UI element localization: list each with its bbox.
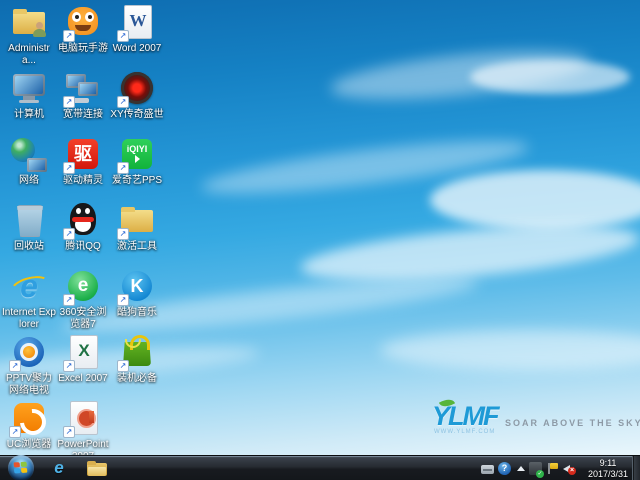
shortcut-arrow-icon: ↗ [63,30,75,42]
input-method-icon[interactable] [481,465,494,474]
kugou-icon: K ↗ [117,268,157,306]
desktop-icon-pptv[interactable]: ↗ PPTV聚力 网络电视 [2,334,56,400]
ylmf-logo: YLMF WWW.YLMF.COM SOAR ABOVE THE SKY [432,401,622,441]
show-desktop-button[interactable] [632,456,640,480]
icon-label: 激活工具 [110,241,164,253]
icon-label: 宽带连接 [56,109,110,121]
cloud [430,170,640,230]
action-center-flag-icon[interactable] [546,462,558,475]
icon-label: Administra... [2,43,56,67]
taskbar-windows-explorer[interactable] [80,456,114,480]
taskbar-internet-explorer[interactable]: e [42,456,76,480]
brand-url: WWW.YLMF.COM [434,429,495,435]
desktop-icon-activation-tools[interactable]: ↗ 激活工具 [110,202,164,268]
show-hidden-icons-button[interactable] [515,462,525,475]
icon-label: Internet Explorer [2,307,56,331]
desktop-icon-tencent-qq[interactable]: ↗ 腾讯QQ [56,202,110,268]
icon-label: XY传奇盛世 [110,109,164,121]
icon-label: 网络 [2,175,56,187]
xy-game-icon: ↗ [117,70,157,108]
icon-label: 爱奇艺PPS [110,175,164,187]
start-button[interactable] [8,455,34,480]
windows-flag-icon [14,462,29,475]
desktop-icon-recycle-bin[interactable]: 回收站 [2,202,56,268]
icon-label: 腾讯QQ [56,241,110,253]
shortcut-arrow-icon: ↗ [63,294,75,306]
taskbar-clock[interactable]: 9:11 2017/3/31 [584,458,632,480]
360-browser-icon: e ↗ [63,268,103,306]
shortcut-arrow-icon: ↗ [63,360,75,372]
shortcut-arrow-icon: ↗ [9,426,21,438]
system-tray: ? × 9:11 2017/3/31 [481,456,632,480]
shopping-bag-icon: ↗ [117,334,157,372]
folder-icon: ↗ [117,202,157,240]
user-folder-icon [9,4,49,42]
desktop-icon-pc-play-mobile-games[interactable]: ↗ 电脑玩手游 [56,4,110,70]
brand-text: YLMF [432,401,498,431]
desktop-icon-kugou-music[interactable]: K ↗ 酷狗音乐 [110,268,164,334]
taskbar: e ? × 9:11 2017/3/31 [0,455,640,480]
shortcut-arrow-icon: ↗ [63,96,75,108]
shortcut-arrow-icon: ↗ [117,294,129,306]
desktop-icon-word-2007[interactable]: W ↗ Word 2007 [110,4,164,70]
icon-label: Excel 2007 [56,373,110,385]
shortcut-arrow-icon: ↗ [117,30,129,42]
monster-game-icon: ↗ [63,4,103,42]
shortcut-arrow-icon: ↗ [117,360,129,372]
pptv-icon: ↗ [9,334,49,372]
desktop-icon-administrator[interactable]: Administra... [2,4,56,70]
shortcut-arrow-icon: ↗ [117,96,129,108]
icon-label: PPTV聚力 网络电视 [2,373,56,397]
powerpoint-icon: ↗ [63,400,103,438]
clock-time: 9:11 [584,458,632,469]
desktop-icon-iqiyi-pps[interactable]: iQIYI ↗ 爱奇艺PPS [110,136,164,202]
desktop-icon-network[interactable]: 网络 [2,136,56,202]
qq-penguin-icon: ↗ [63,202,103,240]
desktop-icon-excel-2007[interactable]: X ↗ Excel 2007 [56,334,110,400]
desktop-icon-internet-explorer[interactable]: e Internet Explorer [2,268,56,334]
cloud [470,60,630,94]
help-tray-icon[interactable]: ? [498,462,511,475]
network-icon [9,136,49,174]
shortcut-arrow-icon: ↗ [9,360,21,372]
icon-label: 计算机 [2,109,56,121]
desktop-screen: YLMF WWW.YLMF.COM SOAR ABOVE THE SKY Adm… [0,0,640,480]
icon-label: Word 2007 [110,43,164,55]
uc-browser-icon: ↗ [9,400,49,438]
broadband-icon: ↗ [63,70,103,108]
desktop-icon-driver-genius[interactable]: 驱 ↗ 驱动精灵 [56,136,110,202]
volume-muted-icon[interactable]: × [562,462,576,475]
shortcut-arrow-icon: ↗ [117,228,129,240]
driver-genius-icon: 驱 ↗ [63,136,103,174]
desktop-icon-essential-software[interactable]: ↗ 装机必备 [110,334,164,400]
brand-tagline: SOAR ABOVE THE SKY [505,418,640,428]
desktop-icon-xy-legend[interactable]: ↗ XY传奇盛世 [110,70,164,136]
word-icon: W ↗ [117,4,157,42]
icon-label: 回收站 [2,241,56,253]
icon-label: 驱动精灵 [56,175,110,187]
iqiyi-icon: iQIYI ↗ [117,136,157,174]
icon-label: 电脑玩手游 [56,43,110,55]
desktop-icon-broadband[interactable]: ↗ 宽带连接 [56,70,110,136]
shortcut-arrow-icon: ↗ [117,162,129,174]
icon-label: 装机必备 [110,373,164,385]
clock-date: 2017/3/31 [584,469,632,480]
icon-label: 酷狗音乐 [110,307,164,319]
security-status-icon[interactable] [529,462,542,475]
excel-icon: X ↗ [63,334,103,372]
shortcut-arrow-icon: ↗ [63,426,75,438]
cloud [380,330,640,370]
desktop-icon-computer[interactable]: 计算机 [2,70,56,136]
recycle-bin-icon [9,202,49,240]
icon-label: UC浏览器 [2,439,56,451]
desktop-icon-grid: Administra... ↗ 电脑玩手游 W ↗ Word 2007 计算机 [2,4,164,466]
ie-icon: e [54,458,63,478]
computer-icon [9,70,49,108]
desktop-icon-360-browser[interactable]: e ↗ 360安全浏览器7 [56,268,110,334]
shortcut-arrow-icon: ↗ [63,162,75,174]
ie-icon: e [9,268,49,306]
shortcut-arrow-icon: ↗ [63,228,75,240]
icon-label: 360安全浏览器7 [56,307,110,331]
folder-icon [87,461,107,476]
